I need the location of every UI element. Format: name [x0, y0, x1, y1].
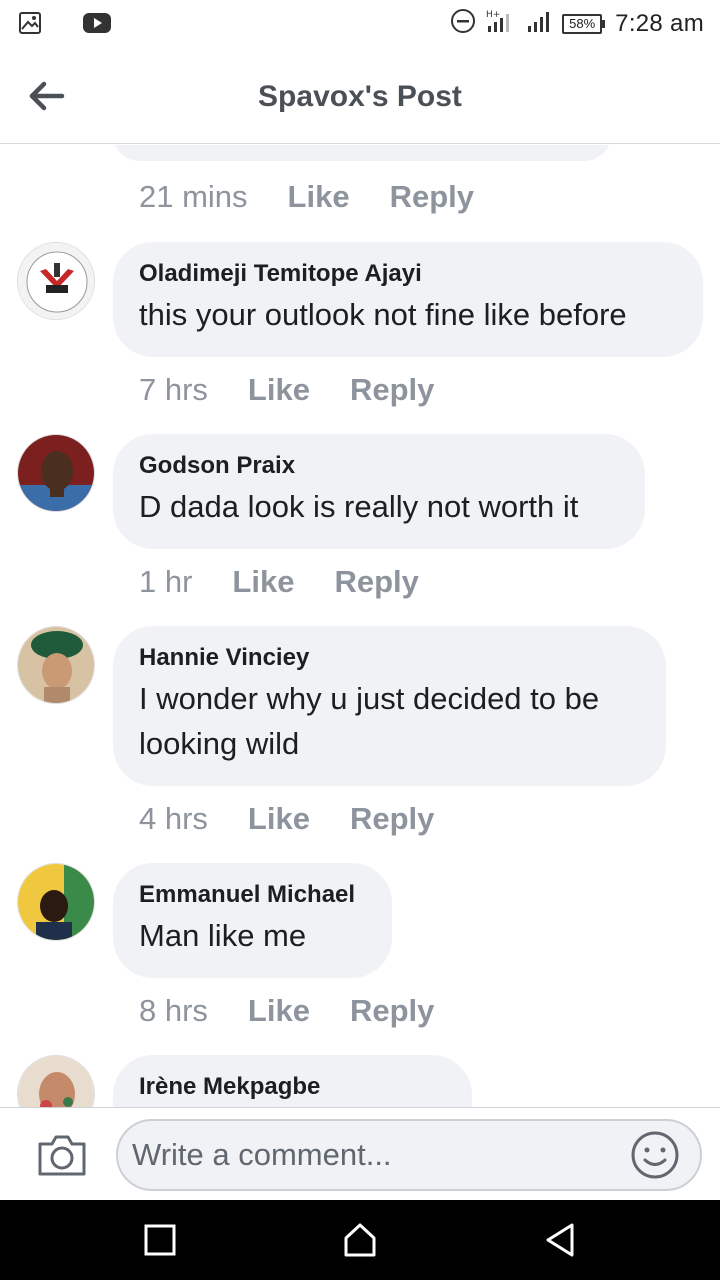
reply-button[interactable]: Reply — [334, 564, 418, 600]
square-icon — [140, 1224, 180, 1264]
avatar[interactable] — [17, 626, 95, 704]
page-title: Spavox's Post — [258, 80, 462, 113]
reply-button[interactable]: Reply — [390, 179, 474, 215]
comment-text: Man like me — [139, 918, 307, 953]
comment-time: 7 hrs — [139, 372, 208, 407]
comment-author[interactable]: Hannie Vinciey — [139, 644, 638, 672]
comment-time: 1 hr — [139, 564, 193, 599]
comment-time: 8 hrs — [139, 993, 208, 1028]
like-button[interactable]: Like — [248, 801, 310, 837]
reply-button[interactable]: Reply — [350, 801, 434, 837]
comment-text: D dada look is really not worth it — [139, 489, 579, 524]
comment-time: 4 hrs — [139, 801, 208, 836]
comment-bubble[interactable]: Godson Praix D dada look is really not w… — [113, 434, 645, 549]
reply-button[interactable]: Reply — [350, 372, 434, 408]
image-icon — [18, 11, 42, 40]
comment-meta: 4 hrs Like Reply — [139, 801, 474, 837]
comment-bubble[interactable]: Emmanuel Michael Man like me — [113, 863, 392, 978]
clock: 7:28 am — [615, 9, 704, 37]
comment-text: looking wild — [139, 726, 300, 761]
like-button[interactable]: Like — [248, 372, 310, 408]
comment-bubble[interactable]: Hannie Vinciey I wonder why u just decid… — [113, 626, 666, 786]
emoji-button[interactable] — [630, 1130, 680, 1180]
comment-author[interactable]: Oladimeji Temitope Ajayi — [139, 260, 675, 288]
comment-input[interactable] — [116, 1119, 702, 1191]
triangle-back-icon — [540, 1223, 580, 1264]
avatar[interactable] — [17, 863, 95, 941]
comment-text: this your outlook not fine like before — [139, 297, 627, 332]
smiley-icon — [630, 1131, 680, 1184]
like-button[interactable]: Like — [232, 564, 294, 600]
comment-meta: 8 hrs Like Reply — [139, 993, 474, 1029]
previous-comment-bubble — [112, 145, 612, 161]
youtube-icon — [82, 11, 112, 40]
battery-level: 58% — [562, 13, 603, 34]
comment-author[interactable]: Godson Praix — [139, 452, 617, 480]
camera-button[interactable] — [36, 1132, 88, 1178]
like-button[interactable]: Like — [248, 993, 310, 1029]
camera-icon — [36, 1135, 88, 1182]
like-button[interactable]: Like — [288, 179, 350, 215]
avatar[interactable] — [17, 1055, 95, 1107]
comment-bubble[interactable]: Oladimeji Temitope Ajayi this your outlo… — [113, 242, 703, 357]
comment-bubble[interactable]: Irène Mekpagbe — [113, 1055, 472, 1107]
avatar[interactable] — [17, 434, 95, 512]
battery-icon: 58% — [562, 13, 606, 34]
status-bar: H+ 58% 7:28 am — [0, 0, 720, 48]
avatar[interactable] — [17, 242, 95, 320]
svg-text:H+: H+ — [486, 10, 500, 20]
reply-button[interactable]: Reply — [350, 993, 434, 1029]
back-nav-button[interactable] — [540, 1220, 580, 1260]
system-nav-bar — [0, 1200, 720, 1280]
comment-text: I wonder why u just decided to be — [139, 681, 600, 716]
signal-icon-2 — [526, 8, 552, 39]
comment-meta: 1 hr Like Reply — [139, 564, 459, 600]
comment-author[interactable]: Irène Mekpagbe — [139, 1073, 444, 1101]
comment-author[interactable]: Emmanuel Michael — [139, 881, 364, 909]
comment-composer — [0, 1107, 720, 1200]
recents-button[interactable] — [140, 1220, 180, 1260]
comment-meta: 7 hrs Like Reply — [139, 372, 474, 408]
comment-meta: 21 mins Like Reply — [139, 179, 514, 215]
home-button[interactable] — [340, 1220, 380, 1260]
signal-icon: H+ — [486, 8, 516, 39]
home-icon — [340, 1223, 380, 1264]
comments-list[interactable]: 21 mins Like Reply Oladimeji Temitope Aj… — [0, 145, 720, 1107]
dnd-icon — [450, 8, 476, 39]
comment-time: 21 mins — [139, 179, 248, 214]
app-header: Spavox's Post — [0, 48, 720, 144]
